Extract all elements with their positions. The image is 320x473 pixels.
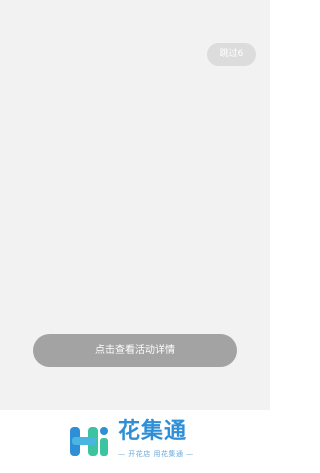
brand-slogan: — 开花店 用花集通 — [118, 450, 194, 458]
app-logo-icon [70, 427, 108, 456]
view-activity-details-button[interactable]: 点击查看活动详情 [33, 334, 237, 367]
skip-button[interactable]: 跳过6 [207, 43, 256, 66]
brand-name: 花集通 [118, 419, 188, 444]
